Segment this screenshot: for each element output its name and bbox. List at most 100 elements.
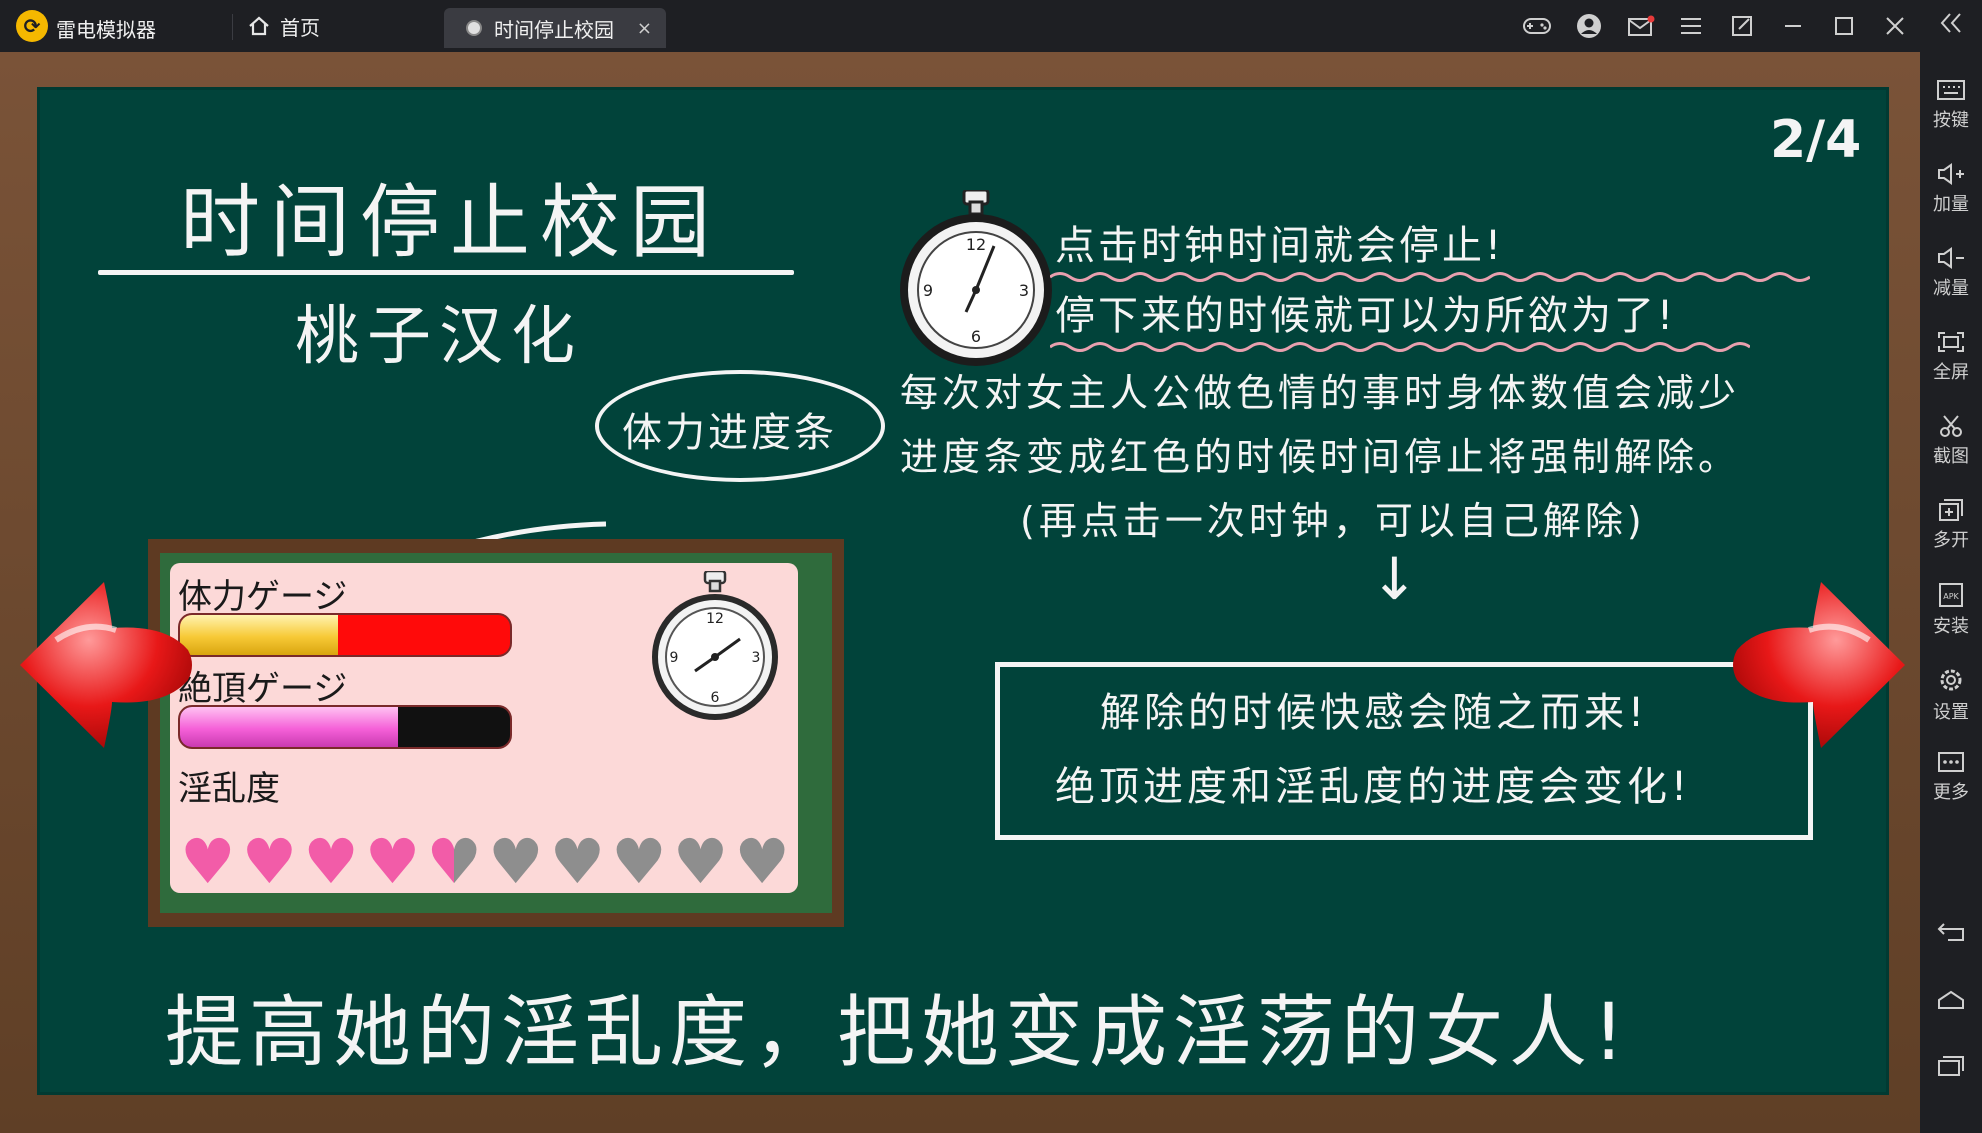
back-icon: [1937, 923, 1964, 941]
svg-text:12: 12: [966, 235, 986, 254]
heart-icon: ♥: [487, 825, 544, 898]
heart-icon: ♥: [672, 825, 729, 898]
description-line-3: (再点击一次时钟，可以自己解除): [1020, 499, 1646, 543]
sidebar-item-more[interactable]: 更多: [1920, 750, 1982, 804]
sidebar-item-volume-down[interactable]: 减量: [1920, 246, 1982, 300]
svg-text:9: 9: [923, 281, 933, 300]
sidebar-item-label: 按键: [1933, 110, 1969, 131]
sidebar-item-multi[interactable]: 多开: [1920, 498, 1982, 552]
example-panel: 体力ゲージ 絶頂ゲージ 淫乱度 ♥ ♥ ♥ ♥ ♥ ♥ ♥ ♥ ♥ ♥ 12 3 6: [148, 539, 844, 927]
divider: [98, 270, 794, 275]
pin-window-icon[interactable]: [1727, 12, 1757, 40]
effect-line-1: 解除的时候快感会随之而来!: [1100, 690, 1649, 736]
game-title: 时间停止校园: [180, 176, 720, 269]
climax-gauge-fill: [180, 707, 398, 747]
heart-icon: ♥: [364, 825, 421, 898]
fullscreen-icon: [1938, 332, 1964, 352]
previous-page-arrow-icon[interactable]: [16, 580, 192, 750]
keyboard-icon: [1937, 80, 1965, 100]
svg-text:3: 3: [1019, 281, 1029, 300]
more-icon: [1938, 752, 1964, 772]
stamina-gauge-fill: [180, 615, 339, 655]
game-tab-icon: [466, 20, 482, 36]
page-counter: 2/4: [1770, 110, 1862, 170]
collapse-sidebar-button[interactable]: [1920, 8, 1982, 42]
stamina-gauge: [178, 613, 512, 657]
sidebar-item-screenshot[interactable]: 截图: [1920, 414, 1982, 468]
example-board: 体力ゲージ 絶頂ゲージ 淫乱度 ♥ ♥ ♥ ♥ ♥ ♥ ♥ ♥ ♥ ♥ 12 3 6: [160, 553, 832, 913]
heart-icon: ♥: [549, 825, 606, 898]
climax-gauge-label: 絶頂ゲージ: [178, 669, 348, 709]
tab-game[interactable]: 时间停止校园 ×: [444, 8, 666, 48]
app-title: 雷电模拟器: [56, 18, 156, 42]
sidebar-item-label: 更多: [1933, 782, 1969, 803]
description-line-1: 每次对女主人公做色情的事时身体数值会减少: [900, 371, 1741, 415]
double-chevron-left-icon: [1940, 13, 1961, 33]
sidebar-item-label: 加量: [1933, 194, 1969, 215]
maximize-icon[interactable]: [1829, 12, 1859, 40]
sidebar-item-label: 截图: [1933, 446, 1969, 467]
game-viewport[interactable]: 2/4 时间停止校园 桃子汉化 12 3 6 9 点击时钟时间就会停止! 停下来…: [0, 52, 1920, 1133]
stamina-gauge-label: 体力ゲージ: [178, 577, 348, 617]
apk-icon: APK: [1939, 583, 1963, 607]
sidebar-item-install[interactable]: APK 安装: [1920, 582, 1982, 638]
heart-icon: ♥: [426, 825, 482, 898]
sidebar-item-label: 全屏: [1933, 362, 1969, 383]
lewdness-hearts: ♥ ♥ ♥ ♥ ♥ ♥ ♥ ♥ ♥ ♥: [180, 831, 790, 893]
stopwatch-icon[interactable]: 12 3 6 9: [900, 190, 1052, 366]
sidebar-item-volume-up[interactable]: 加量: [1920, 162, 1982, 216]
description-line-2: 进度条变成红色的时候时间停止将强制解除。: [900, 435, 1741, 479]
effect-line-2: 绝顶进度和淫乱度的进度会变化!: [1055, 764, 1692, 810]
heart-icon: ♥: [241, 825, 298, 898]
gamepad-icon[interactable]: [1522, 12, 1552, 40]
wavy-underline-2: [1050, 342, 1750, 352]
tab-home[interactable]: 首页: [248, 12, 320, 40]
home-button[interactable]: [1920, 988, 1982, 1016]
gauge-label: 体力进度条: [622, 410, 837, 456]
tab-home-label: 首页: [280, 15, 320, 40]
settings-icon: [1940, 669, 1962, 691]
sidebar-item-keys[interactable]: 按键: [1920, 78, 1982, 132]
svg-text:3: 3: [752, 650, 761, 666]
home-icon: [249, 16, 269, 36]
down-arrow: ↓: [1370, 545, 1419, 613]
app-logo-icon: ⟳: [16, 10, 48, 42]
sidebar-item-settings[interactable]: 设置: [1920, 666, 1982, 724]
multi-instance-icon: [1939, 499, 1963, 521]
heart-icon: ♥: [180, 825, 236, 898]
sidebar-item-label: 设置: [1933, 702, 1969, 723]
menu-icon[interactable]: [1676, 12, 1706, 40]
example-card: 体力ゲージ 絶頂ゲージ 淫乱度 ♥ ♥ ♥ ♥ ♥ ♥ ♥ ♥ ♥ ♥ 12 3 6: [170, 563, 798, 893]
stop-hint-line-1: 点击时钟时间就会停止!: [1055, 223, 1505, 269]
close-tab-icon[interactable]: ×: [637, 18, 652, 39]
sidebar-item-label: 减量: [1933, 278, 1969, 299]
svg-text:6: 6: [971, 327, 981, 346]
climax-gauge: [178, 705, 512, 749]
heart-icon: ♥: [734, 825, 790, 898]
minimize-icon[interactable]: [1778, 12, 1808, 40]
title-bar: ⟳ 雷电模拟器 首页 时间停止校园 ×: [0, 0, 1982, 52]
lewdness-label: 淫乱度: [178, 769, 280, 809]
recent-apps-button[interactable]: [1920, 1054, 1982, 1082]
stop-hint-line-2: 停下来的时候就可以为所欲为了!: [1055, 293, 1677, 339]
sidebar-item-fullscreen[interactable]: 全屏: [1920, 330, 1982, 384]
android-home-icon: [1938, 990, 1964, 1009]
scissors-icon: [1940, 415, 1962, 437]
tab-game-label: 时间停止校园: [494, 17, 614, 42]
heart-icon: ♥: [303, 825, 359, 898]
svg-text:APK: APK: [1943, 592, 1959, 601]
svg-text:12: 12: [706, 611, 724, 627]
account-icon[interactable]: [1574, 12, 1604, 40]
recent-apps-icon: [1938, 1056, 1964, 1076]
back-button[interactable]: [1920, 920, 1982, 948]
translator-credit: 桃子汉化: [295, 300, 583, 374]
volume-up-icon: [1938, 163, 1964, 185]
sidebar-item-label: 安装: [1933, 616, 1969, 637]
next-page-arrow-icon[interactable]: [1733, 580, 1909, 750]
mail-icon[interactable]: [1626, 12, 1656, 40]
heart-icon: ♥: [611, 825, 667, 898]
close-window-icon[interactable]: [1880, 12, 1910, 40]
divider: [232, 14, 233, 40]
right-toolbar: 按键 加量 减量 全屏 截图 多开 APK 安装 设置 更多: [1920, 0, 1982, 1133]
svg-text:6: 6: [711, 690, 720, 706]
